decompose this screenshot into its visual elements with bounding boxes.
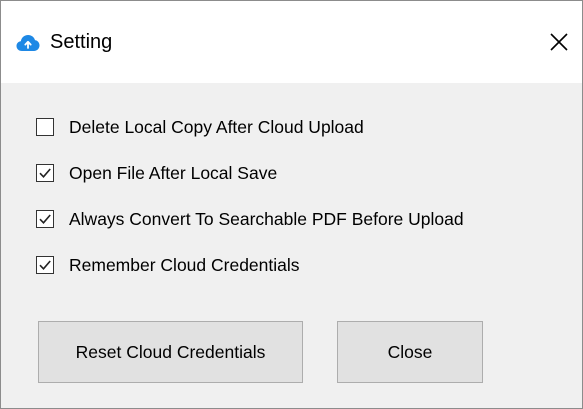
- option-label: Delete Local Copy After Cloud Upload: [69, 117, 364, 137]
- checkbox[interactable]: [36, 118, 54, 136]
- option-convert-searchable-pdf[interactable]: Always Convert To Searchable PDF Before …: [36, 207, 464, 231]
- dialog-body: Delete Local Copy After Cloud Upload Ope…: [1, 83, 582, 408]
- option-label: Always Convert To Searchable PDF Before …: [69, 209, 464, 229]
- checkbox[interactable]: [36, 210, 54, 228]
- cloud-icon: [16, 34, 40, 52]
- window-title: Setting: [50, 31, 113, 53]
- option-delete-local-copy[interactable]: Delete Local Copy After Cloud Upload: [36, 115, 364, 139]
- close-button[interactable]: Close: [337, 321, 483, 383]
- option-label: Open File After Local Save: [69, 163, 278, 183]
- settings-dialog: Setting Delete Local Copy After Cloud Up…: [0, 0, 583, 409]
- close-icon: [549, 32, 569, 52]
- option-remember-credentials[interactable]: Remember Cloud Credentials: [36, 253, 300, 277]
- close-window-button[interactable]: [536, 19, 582, 65]
- checkbox[interactable]: [36, 256, 54, 274]
- reset-cloud-credentials-button[interactable]: Reset Cloud Credentials: [38, 321, 303, 383]
- checkbox[interactable]: [36, 164, 54, 182]
- title-bar: Setting: [1, 1, 582, 83]
- option-open-file-after-save[interactable]: Open File After Local Save: [36, 161, 277, 185]
- option-label: Remember Cloud Credentials: [69, 255, 300, 275]
